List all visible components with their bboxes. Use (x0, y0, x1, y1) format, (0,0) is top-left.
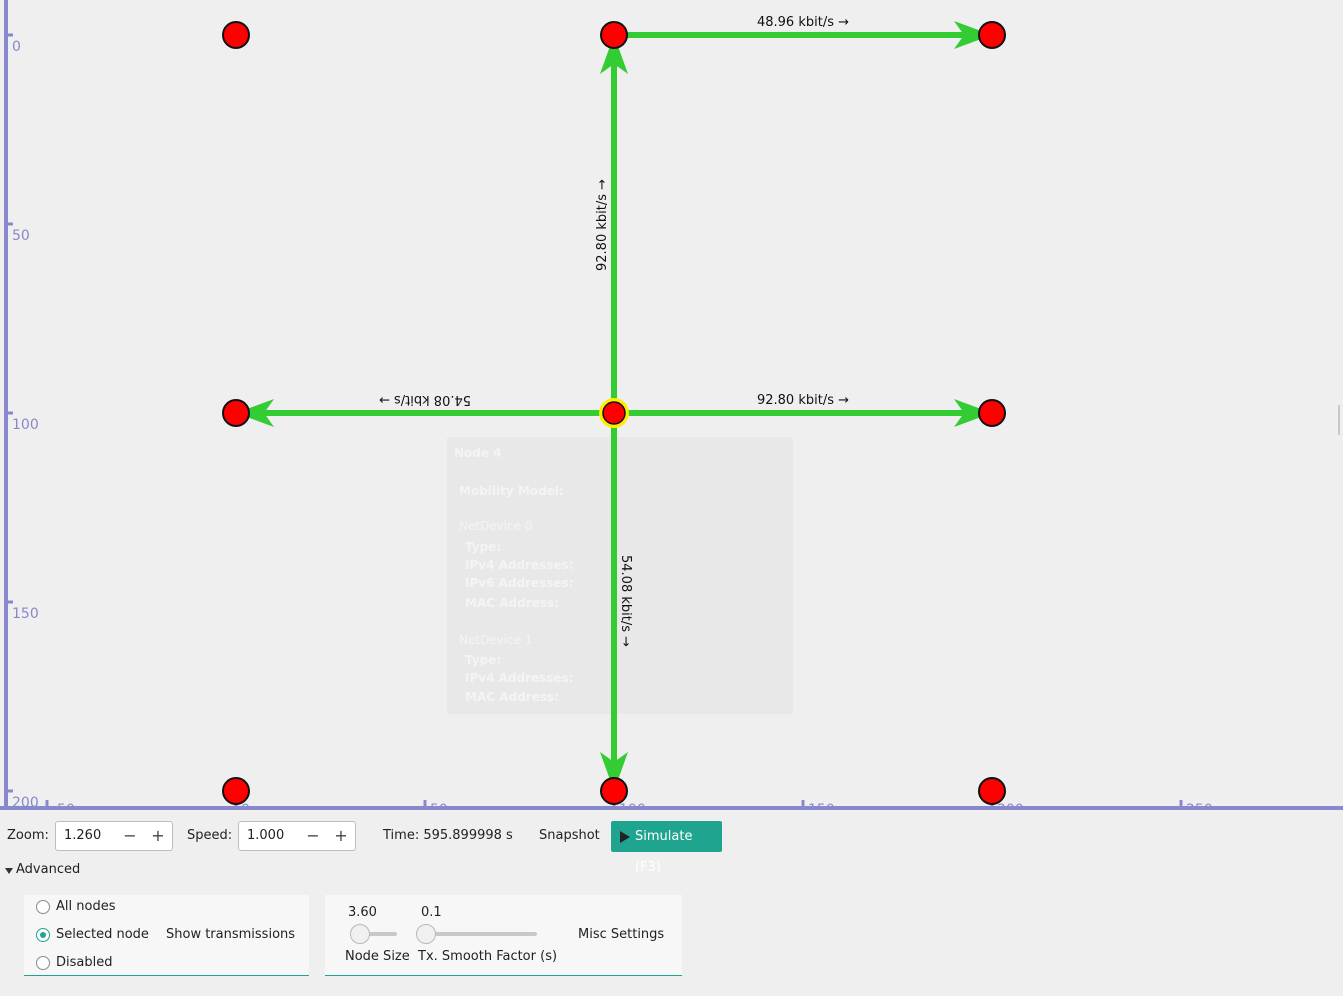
tooltip-ipv4-label: IPv4 Addresses: (465, 671, 574, 685)
y-tick-label: 150 (12, 606, 39, 622)
x-tick-label: 200 (997, 802, 1024, 810)
smooth-factor-value: 0.1 (421, 905, 442, 920)
link-label: 48.96 kbit/s → (757, 15, 849, 30)
misc-settings-panel: 3.60 Node Size 0.1 Tx. Smooth Factor (s)… (325, 895, 682, 976)
snapshot-button[interactable]: Snapshot (539, 828, 600, 843)
simulate-button[interactable]: Simulate (F3) (611, 821, 722, 875)
x-tick-label: 150 (808, 802, 835, 810)
tooltip-mobility-label: Mobility Model: (459, 484, 564, 498)
node[interactable] (978, 21, 1006, 49)
disabled-radio[interactable] (36, 956, 50, 970)
tooltip-ipv4-label: IPv4 Addresses: (465, 558, 574, 572)
node-size-value: 3.60 (348, 905, 377, 920)
zoom-spinbox[interactable]: 1.260 − + (55, 821, 173, 851)
tooltip-type-label: Type: (465, 653, 501, 667)
controls-panel: Zoom: 1.260 − + Speed: 1.000 − + Time: 5… (0, 810, 1343, 996)
x-tick-label: 100 (619, 802, 646, 810)
selected-node[interactable] (602, 401, 626, 425)
tooltip-ipv6-label: IPv6 Addresses: (465, 576, 574, 590)
node[interactable] (222, 21, 250, 49)
node[interactable] (600, 777, 628, 805)
speed-value[interactable]: 1.000 (247, 828, 284, 843)
tooltip-title: Node 4 (454, 446, 502, 460)
play-icon (620, 831, 630, 843)
node[interactable] (978, 777, 1006, 805)
speed-label: Speed: (187, 828, 233, 843)
x-tick-label: -50 (52, 802, 75, 810)
node-size-slider-handle[interactable] (350, 924, 370, 944)
all-nodes-label: All nodes (56, 899, 116, 914)
tooltip-device-1: NetDevice 0 (459, 519, 533, 533)
link-label: 92.80 kbit/s → (595, 179, 610, 271)
disabled-label: Disabled (56, 955, 113, 970)
show-transmissions-label: Show transmissions (166, 927, 296, 942)
node[interactable] (222, 399, 250, 427)
misc-settings-label: Misc Settings (578, 927, 665, 942)
zoom-increment-button[interactable]: + (148, 826, 168, 846)
x-tick-label: 50 (430, 802, 448, 810)
caret-down-icon[interactable] (5, 868, 13, 874)
link-label: 54.08 kbit/s → (618, 555, 633, 647)
tooltip-type-label: Type: (465, 540, 501, 554)
node[interactable] (600, 21, 628, 49)
selected-node-radio[interactable] (36, 928, 50, 942)
node-size-label: Node Size (345, 949, 410, 964)
zoom-value[interactable]: 1.260 (64, 828, 101, 843)
network-canvas[interactable]: 0 50 100 150 200 -50 0 50 100 150 200 25… (0, 0, 1343, 810)
node[interactable] (978, 399, 1006, 427)
all-nodes-radio[interactable] (36, 900, 50, 914)
speed-decrement-button[interactable]: − (303, 826, 323, 846)
node[interactable] (222, 777, 250, 805)
selected-node-label: Selected node (56, 927, 149, 942)
smooth-factor-label: Tx. Smooth Factor (s) (418, 949, 558, 964)
y-tick-label: 100 (12, 417, 39, 433)
y-tick-label: 0 (12, 39, 21, 55)
link-label: 54.08 kbit/s → (379, 392, 471, 407)
smooth-factor-slider-track[interactable] (419, 932, 537, 936)
zoom-decrement-button[interactable]: − (120, 826, 140, 846)
zoom-label: Zoom: (7, 828, 49, 843)
simulate-label: Simulate (F3) (635, 829, 693, 875)
speed-spinbox[interactable]: 1.000 − + (238, 821, 356, 851)
time-readout: Time: 595.899998 s (383, 828, 513, 843)
tooltip-mac-label: MAC Address: (465, 596, 559, 610)
transmission-options-panel: All nodes Selected node Show transmissio… (24, 895, 309, 976)
speed-increment-button[interactable]: + (331, 826, 351, 846)
tooltip-device-2: NetDevice 1 (459, 633, 533, 647)
y-axis: 0 50 100 150 200 (4, 0, 39, 810)
y-tick-label: 50 (12, 228, 30, 244)
x-tick-label: 250 (1186, 802, 1213, 810)
smooth-factor-slider-handle[interactable] (416, 924, 436, 944)
advanced-toggle[interactable]: Advanced (16, 862, 80, 877)
tooltip-mac-label: MAC Address: (465, 690, 559, 704)
link-label: 92.80 kbit/s → (757, 393, 849, 408)
x-axis: -50 0 50 100 150 200 250 (0, 800, 1343, 810)
